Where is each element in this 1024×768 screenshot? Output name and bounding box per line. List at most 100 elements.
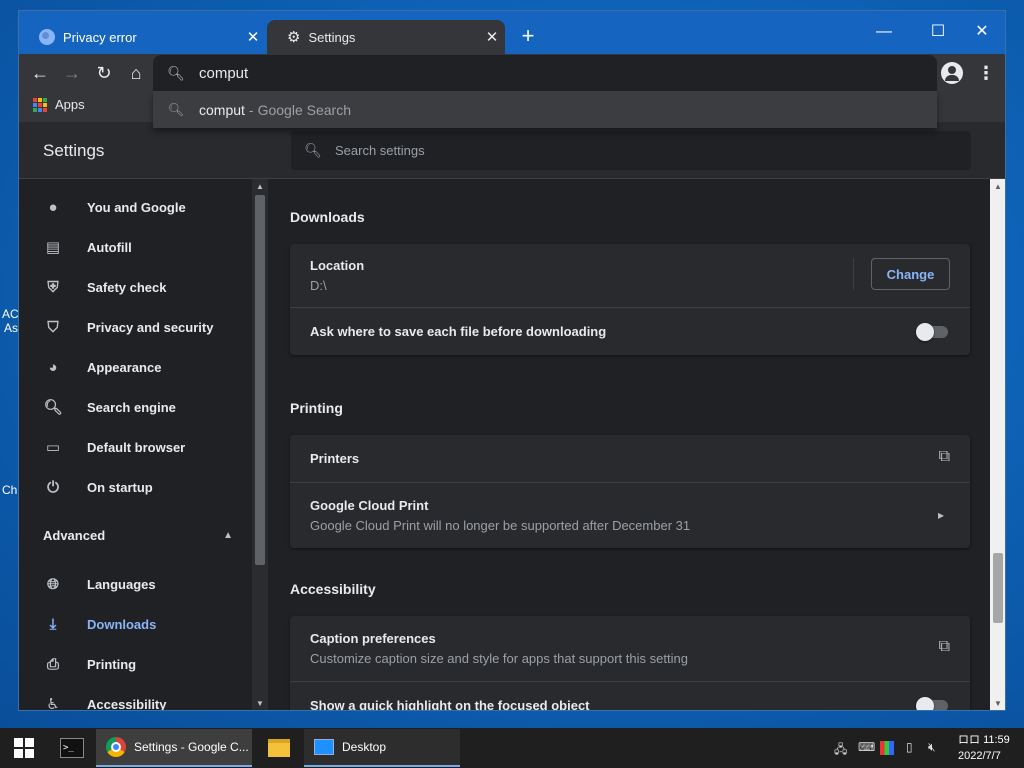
ask-where-row[interactable]: Ask where to save each file before downl…: [290, 307, 970, 355]
minimize-button[interactable]: —: [861, 17, 907, 47]
sidebar-item-label: Search engine: [87, 399, 176, 415]
quick-highlight-toggle[interactable]: [916, 697, 948, 710]
change-location-button[interactable]: Change: [871, 258, 950, 290]
sidebar-item-languages[interactable]: 🌐︎ Languages: [19, 564, 252, 604]
open-external-icon: ⧉: [938, 448, 950, 465]
sidebar-item-on-startup[interactable]: ⏻ On startup: [19, 467, 252, 507]
desktop-icon-label[interactable]: As: [4, 321, 18, 335]
sidebar-item-search-engine[interactable]: 🔍︎ Search engine: [19, 387, 252, 427]
clock-date: 2022/7/7: [958, 750, 1001, 762]
location-row: Location D:\ Change: [290, 244, 970, 307]
gear-icon: ⚙: [287, 29, 301, 46]
search-settings-input[interactable]: [335, 143, 935, 158]
person-icon: ●: [48, 198, 58, 216]
settings-sidebar: ● You and Google ▤ Autofill ⛨ Safety che…: [19, 179, 252, 710]
settings-main: Downloads Location D:\ Change Ask where …: [268, 179, 990, 710]
scroll-down-arrow-icon[interactable]: ▼: [252, 697, 268, 710]
taskbar-desktop-button[interactable]: Desktop: [304, 729, 460, 767]
settings-header: Settings 🔍︎: [19, 122, 1005, 179]
suggestion-separator: -: [248, 101, 254, 118]
tab-settings[interactable]: ⚙ Settings ✕: [267, 20, 505, 54]
main-scrollbar[interactable]: ▲ ▼: [990, 179, 1005, 710]
sidebar-item-autofill[interactable]: ▤ Autofill: [19, 227, 252, 267]
back-icon[interactable]: ←: [29, 62, 51, 84]
home-icon[interactable]: ⌂: [125, 62, 147, 84]
sidebar-item-downloads[interactable]: ⤓ Downloads: [19, 604, 252, 644]
caret-up-icon: ▲: [223, 529, 233, 541]
sidebar-item-you-and-google[interactable]: ● You and Google: [19, 187, 252, 227]
accessibility-card: Caption preferences Customize caption si…: [290, 616, 970, 710]
volume-muted-icon[interactable]: 🔇︎: [928, 740, 936, 755]
printers-label: Printers: [310, 451, 360, 466]
scrollbar-thumb[interactable]: [255, 195, 265, 565]
suggestion-query: comput: [199, 101, 245, 118]
system-clock[interactable]: ロロ 11:59 2022/7/7: [958, 732, 1010, 764]
close-tab-icon[interactable]: ✕: [240, 28, 266, 46]
reload-icon[interactable]: ↻: [93, 62, 115, 84]
sidebar-scrollbar[interactable]: ▲ ▼: [252, 179, 268, 710]
network-icon[interactable]: 🖧︎: [834, 740, 847, 761]
section-title-printing: Printing: [290, 400, 343, 416]
shield-icon: ⛉: [47, 318, 59, 336]
file-explorer-icon[interactable]: [268, 739, 290, 757]
terminal-icon[interactable]: >_: [60, 738, 84, 758]
caption-label: Caption preferences: [310, 631, 436, 646]
scroll-down-arrow-icon[interactable]: ▼: [990, 697, 1005, 710]
clock-time: 11:59: [983, 734, 1010, 746]
keyboard-icon[interactable]: ⌨: [858, 740, 875, 754]
sidebar-item-appearance[interactable]: ◕ Appearance: [19, 347, 252, 387]
tab-strip: Privacy error ✕ ⚙ Settings ✕ + — ☐ ✕: [19, 11, 1005, 54]
printers-row[interactable]: Printers ⧉: [290, 435, 970, 482]
caption-preferences-row[interactable]: Caption preferences Customize caption si…: [290, 616, 970, 681]
sidebar-item-safety-check[interactable]: ⛨ Safety check: [19, 267, 252, 307]
cloud-print-row[interactable]: Google Cloud Print Google Cloud Print wi…: [290, 482, 970, 548]
globe-icon: 🌐︎: [46, 575, 59, 593]
cloud-print-sub: Google Cloud Print will no longer be sup…: [310, 518, 691, 533]
sidebar-item-default-browser[interactable]: ▭ Default browser: [19, 427, 252, 467]
printing-card: Printers ⧉ Google Cloud Print Google Clo…: [290, 435, 970, 548]
sidebar-item-label: Downloads: [87, 616, 157, 632]
browser-icon: ▭: [45, 439, 61, 456]
apps-shortcut[interactable]: Apps: [33, 97, 85, 112]
close-window-button[interactable]: ✕: [959, 17, 1005, 47]
taskbar-chrome-label: Settings - Google C...: [134, 740, 249, 754]
scroll-up-arrow-icon[interactable]: ▲: [252, 180, 268, 194]
sidebar-item-printing[interactable]: ⎙ Printing: [19, 644, 252, 684]
sidebar-item-accessibility[interactable]: ♿︎ Accessibility: [19, 684, 252, 710]
taskbar-desktop-label: Desktop: [342, 740, 387, 754]
scrollbar-thumb[interactable]: [993, 553, 1003, 623]
shield-check-icon: ⛨: [47, 278, 59, 296]
sidebar-item-privacy[interactable]: ⛉ Privacy and security: [19, 307, 252, 347]
usb-icon[interactable]: ▯: [906, 740, 913, 754]
scroll-up-arrow-icon[interactable]: ▲: [990, 180, 1005, 194]
advanced-toggle[interactable]: Advanced ▲: [43, 525, 233, 545]
search-settings-box[interactable]: 🔍︎: [291, 131, 971, 170]
desktop-icon: [314, 739, 334, 755]
tab-title: Settings: [308, 29, 356, 45]
taskbar-chrome-button[interactable]: Settings - Google C...: [96, 729, 252, 767]
quick-highlight-row[interactable]: Show a quick highlight on the focused ob…: [290, 681, 970, 710]
close-tab-icon[interactable]: ✕: [479, 28, 505, 46]
desktop-icon-label[interactable]: Ch: [2, 483, 17, 497]
suggestion-source: Google Search: [257, 101, 351, 118]
forward-icon[interactable]: →: [61, 62, 83, 84]
tab-privacy-error[interactable]: Privacy error ✕: [19, 20, 266, 54]
section-title-accessibility: Accessibility: [290, 581, 376, 597]
sidebar-item-label: Autofill: [87, 239, 132, 255]
maximize-button[interactable]: ☐: [915, 17, 961, 47]
page-title: Settings: [43, 141, 105, 160]
new-tab-button[interactable]: +: [517, 25, 539, 47]
windows-start-icon[interactable]: [14, 738, 34, 758]
address-input[interactable]: [199, 64, 799, 82]
ask-where-label: Ask where to save each file before downl…: [310, 324, 607, 339]
power-icon: ⏻: [47, 478, 59, 496]
desktop-icon-label[interactable]: AC: [2, 307, 19, 321]
clipboard-icon: ▤: [45, 239, 61, 256]
profile-avatar-icon[interactable]: [941, 62, 963, 84]
downloads-card: Location D:\ Change Ask where to save ea…: [290, 244, 970, 355]
address-bar[interactable]: 🔍︎: [153, 55, 937, 91]
ask-where-toggle[interactable]: [916, 323, 948, 341]
color-icon[interactable]: [880, 741, 894, 755]
menu-dots-icon[interactable]: ⋮: [977, 62, 995, 84]
omnibox-suggestion[interactable]: 🔍︎ comput - Google Search: [153, 91, 937, 128]
